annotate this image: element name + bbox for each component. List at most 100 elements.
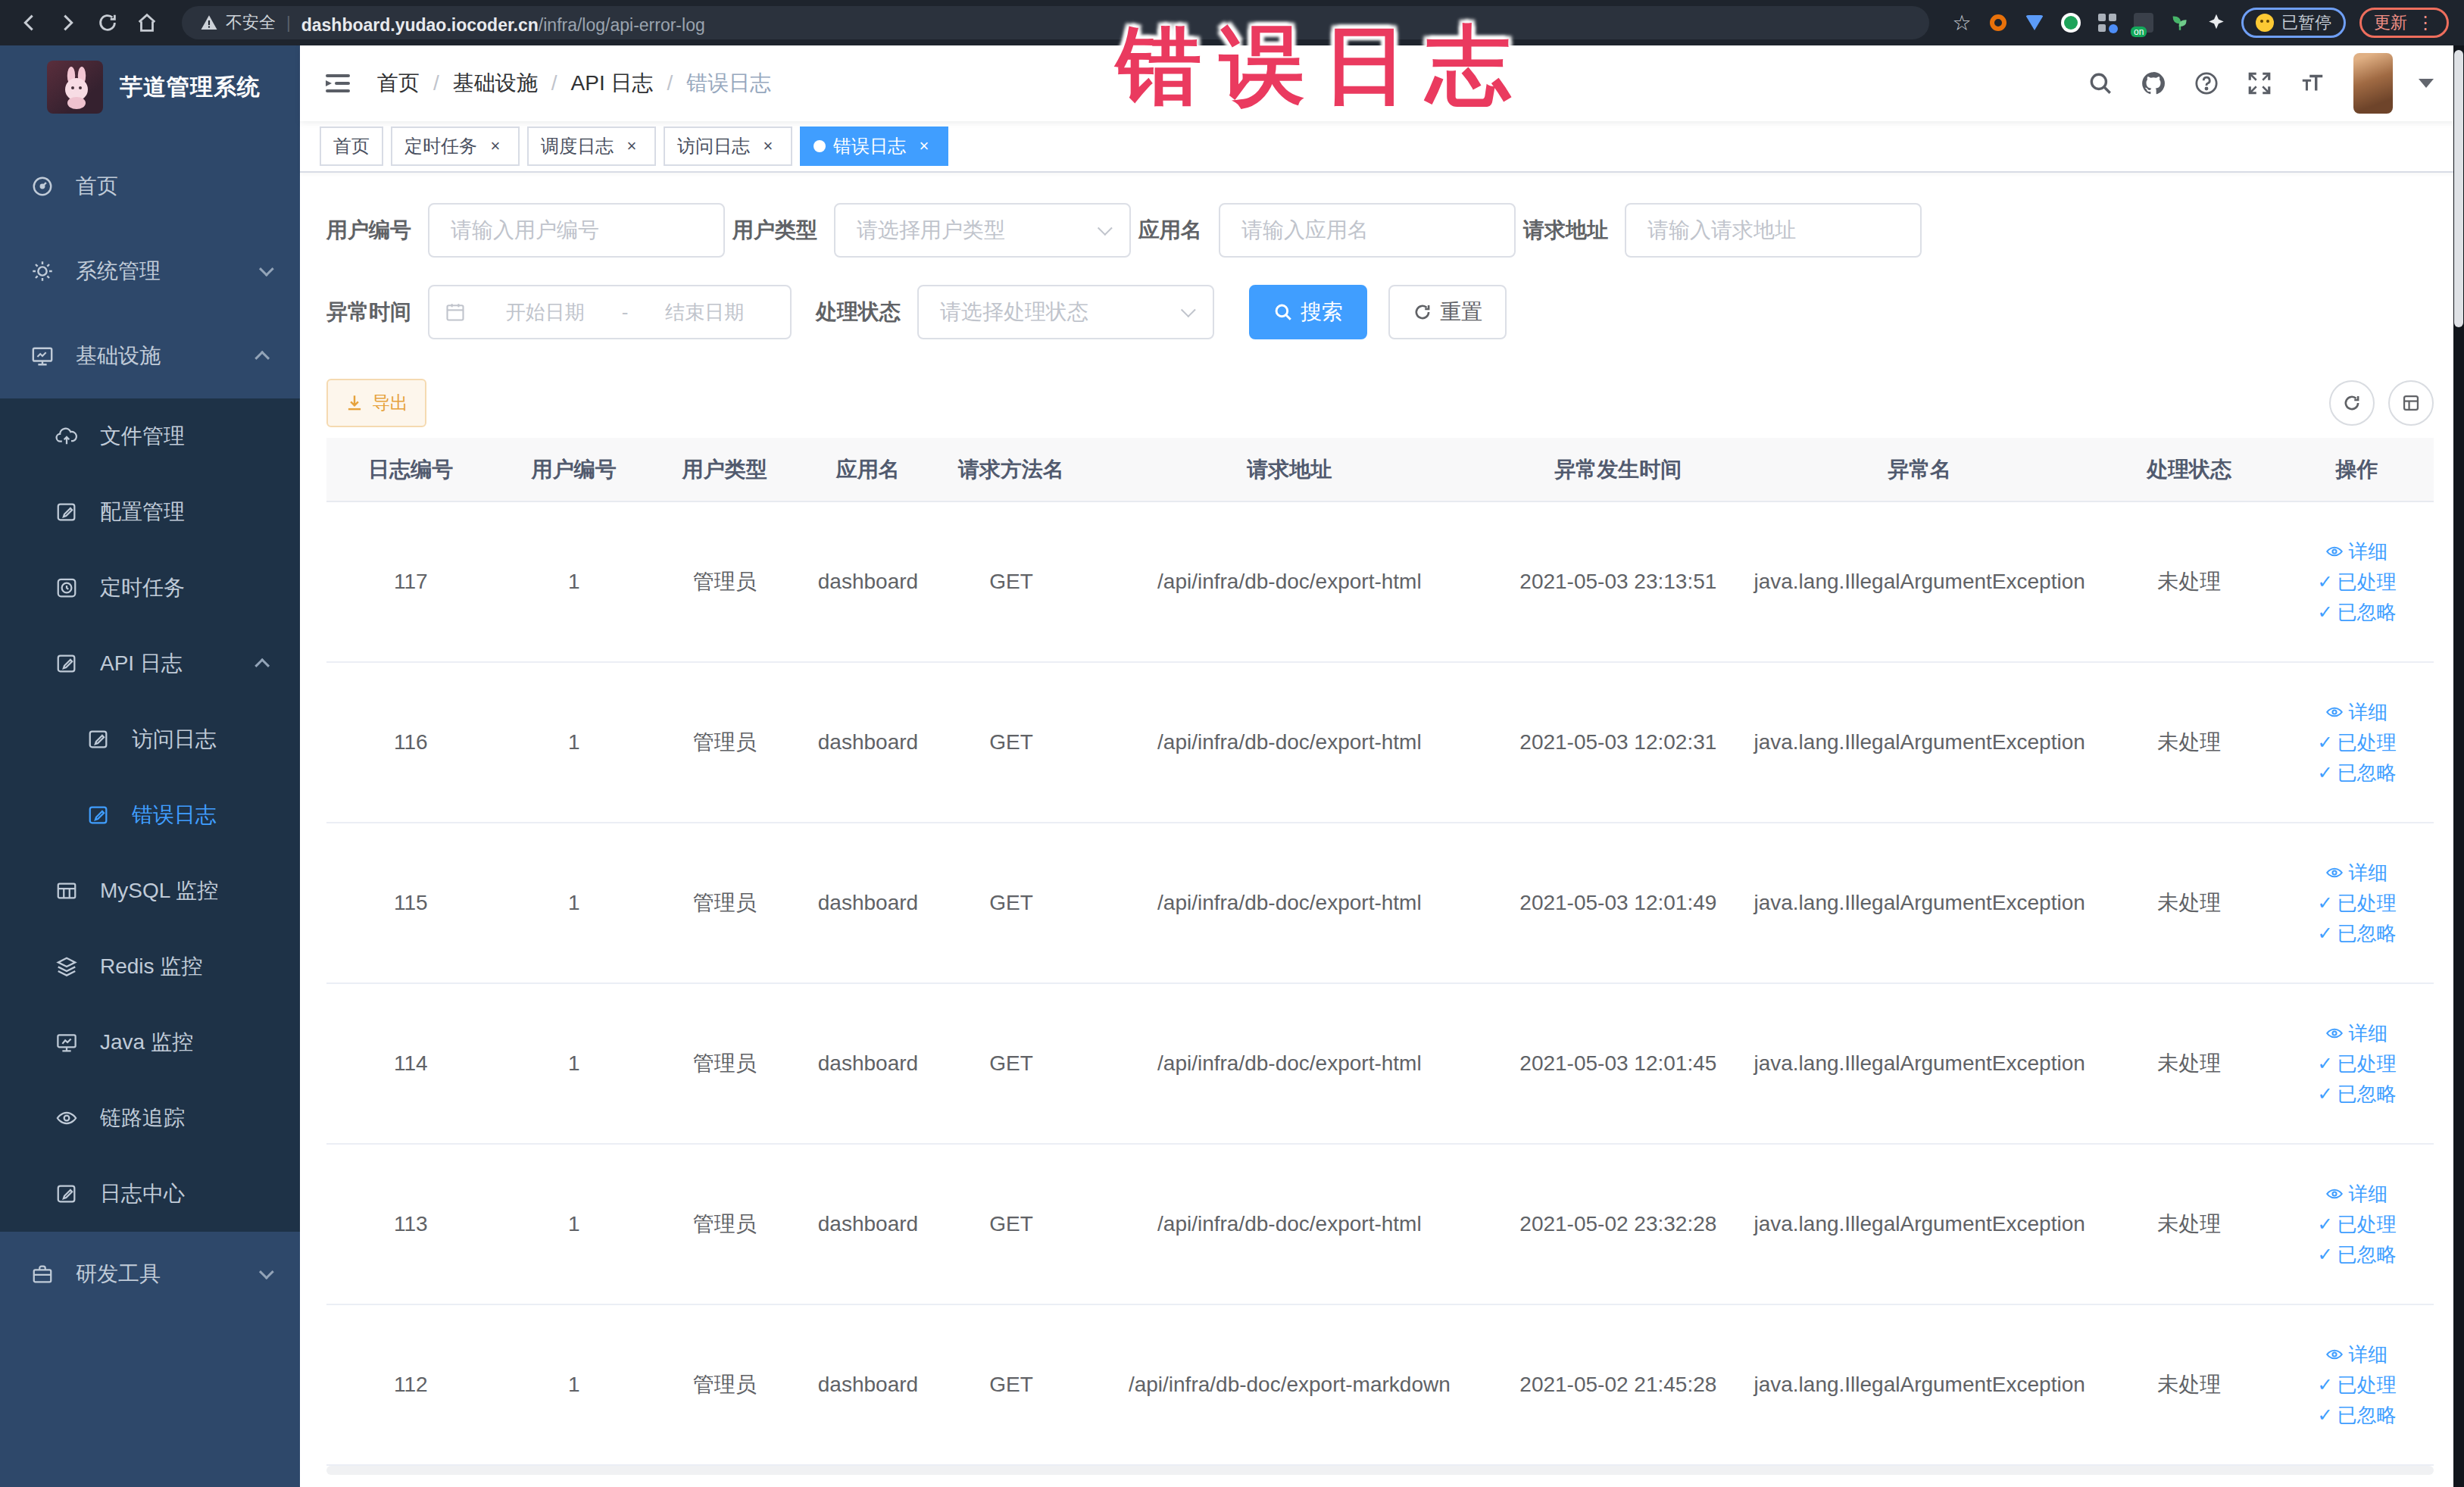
vertical-scrollbar-track[interactable] xyxy=(2453,45,2464,1487)
screen: 不安全 | dashboard.yudao.iocoder.cn/infra/l… xyxy=(0,0,2464,1487)
ignored-link[interactable]: ✓已忽略 xyxy=(2317,602,2396,622)
browser-home-icon[interactable] xyxy=(133,9,161,36)
tab-job-log[interactable]: 调度日志× xyxy=(527,127,656,166)
browser-back-icon[interactable] xyxy=(15,9,42,36)
security-warning[interactable]: 不安全 xyxy=(200,11,276,34)
reset-button[interactable]: 重置 xyxy=(1388,285,1507,339)
column-settings-button[interactable] xyxy=(2388,380,2434,426)
sidebar-item-mysql-monitor[interactable]: MySQL 监控 xyxy=(0,853,300,929)
horizontal-scrollbar[interactable] xyxy=(326,1466,2434,1475)
tab-error-log[interactable]: 错误日志× xyxy=(800,127,948,166)
table-cell: 113 xyxy=(326,1144,495,1304)
tab-home[interactable]: 首页 xyxy=(320,127,383,166)
processed-link[interactable]: ✓已处理 xyxy=(2317,1375,2396,1395)
sidebar-item-log-center[interactable]: 日志中心 xyxy=(0,1156,300,1232)
processed-link[interactable]: ✓已处理 xyxy=(2317,572,2396,592)
table-cell: GET xyxy=(940,1304,1083,1465)
user-id-input[interactable]: 请输入用户编号 xyxy=(428,203,725,258)
processed-link[interactable]: ✓已处理 xyxy=(2317,893,2396,913)
sidebar-item-file-mgmt[interactable]: 文件管理 xyxy=(0,398,300,474)
sidebar-item-config-mgmt[interactable]: 配置管理 xyxy=(0,474,300,550)
processed-link[interactable]: ✓已处理 xyxy=(2317,1214,2396,1234)
sidebar-item-api-log[interactable]: API 日志 xyxy=(0,626,300,701)
sidebar-item-redis-monitor[interactable]: Redis 监控 xyxy=(0,929,300,1004)
sidebar-item-label: 定时任务 xyxy=(100,573,276,602)
table-header-row: 日志编号用户编号用户类型应用名请求方法名请求地址异常发生时间异常名处理状态操作 xyxy=(326,438,2434,501)
fullscreen-icon[interactable] xyxy=(2238,62,2281,105)
extension-icon[interactable] xyxy=(1987,11,2010,34)
detail-link[interactable]: 详细 xyxy=(2325,542,2387,561)
hamburger-icon[interactable] xyxy=(323,68,353,98)
extensions-puzzle-icon[interactable] xyxy=(2205,11,2228,34)
table-cell: dashboard xyxy=(796,823,939,983)
browser-forward-icon[interactable] xyxy=(55,9,82,36)
actions-cell: 详细 ✓已处理 ✓已忽略 xyxy=(2280,983,2434,1144)
address-bar[interactable]: 不安全 | dashboard.yudao.iocoder.cn/infra/l… xyxy=(182,6,1929,39)
sidebar-item-label: Java 监控 xyxy=(100,1028,276,1057)
tab-close-icon[interactable]: × xyxy=(757,136,779,157)
extension-icon[interactable] xyxy=(2096,11,2119,34)
vertical-scrollbar-thumb[interactable] xyxy=(2454,50,2463,327)
profile-paused-pill[interactable]: 已暂停 xyxy=(2241,8,2346,38)
sidebar-item-label: Redis 监控 xyxy=(100,952,276,981)
process-status-select[interactable]: 请选择处理状态 xyxy=(917,285,1214,339)
sidebar-item-java-monitor[interactable]: Java 监控 xyxy=(0,1004,300,1080)
extension-icon[interactable]: on xyxy=(2132,11,2155,34)
sidebar-item-system-mgmt[interactable]: 系统管理 xyxy=(0,229,300,314)
breadcrumb-item[interactable]: 基础设施 xyxy=(453,69,538,98)
tab-close-icon[interactable]: × xyxy=(485,136,506,157)
browser-update-button[interactable]: 更新⋮ xyxy=(2359,8,2449,38)
tab-access-log[interactable]: 访问日志× xyxy=(664,127,792,166)
upload-icon xyxy=(55,424,79,448)
browser-menu-icon[interactable]: ⋮ xyxy=(2416,15,2434,30)
detail-link[interactable]: 详细 xyxy=(2325,1023,2387,1043)
browser-reload-icon[interactable] xyxy=(94,9,121,36)
sidebar-item-home[interactable]: 首页 xyxy=(0,144,300,229)
ignored-link[interactable]: ✓已忽略 xyxy=(2317,1405,2396,1425)
detail-link[interactable]: 详细 xyxy=(2325,863,2387,883)
user-type-select[interactable]: 请选择用户类型 xyxy=(834,203,1131,258)
detail-link[interactable]: 详细 xyxy=(2325,1184,2387,1204)
detail-link[interactable]: 详细 xyxy=(2325,702,2387,722)
request-url-input[interactable]: 请输入请求地址 xyxy=(1625,203,1922,258)
github-icon[interactable] xyxy=(2132,62,2175,105)
end-date-placeholder[interactable]: 结束日期 xyxy=(634,299,775,326)
processed-link[interactable]: ✓已处理 xyxy=(2317,733,2396,752)
ignored-link[interactable]: ✓已忽略 xyxy=(2317,1245,2396,1264)
ignored-link[interactable]: ✓已忽略 xyxy=(2317,1084,2396,1104)
sidebar-item-cron-job[interactable]: 定时任务 xyxy=(0,550,300,626)
tab-close-icon[interactable]: × xyxy=(621,136,642,157)
ignored-link[interactable]: ✓已忽略 xyxy=(2317,923,2396,943)
detail-link[interactable]: 详细 xyxy=(2325,1345,2387,1364)
search-icon[interactable] xyxy=(2079,62,2122,105)
tab-cron-job[interactable]: 定时任务× xyxy=(391,127,520,166)
tab-close-icon[interactable]: × xyxy=(913,136,935,157)
refresh-button[interactable] xyxy=(2329,380,2375,426)
table-cell: 114 xyxy=(326,983,495,1144)
extension-icon[interactable] xyxy=(2060,11,2082,34)
sidebar-item-infrastructure[interactable]: 基础设施 xyxy=(0,314,300,398)
extension-icon[interactable] xyxy=(2023,11,2046,34)
avatar-caret-icon[interactable] xyxy=(2419,79,2434,88)
help-icon[interactable] xyxy=(2185,62,2228,105)
breadcrumb-item[interactable]: API 日志 xyxy=(571,69,654,98)
start-date-placeholder[interactable]: 开始日期 xyxy=(475,299,616,326)
ignored-link[interactable]: ✓已忽略 xyxy=(2317,763,2396,783)
sidebar-item-dev-tools[interactable]: 研发工具 xyxy=(0,1232,300,1317)
search-button[interactable]: 搜索 xyxy=(1249,285,1367,339)
sidebar-item-label: 访问日志 xyxy=(132,725,276,754)
exception-time-range-picker[interactable]: 开始日期 - 结束日期 xyxy=(428,285,792,339)
app-logo[interactable]: 芋道管理系统 xyxy=(0,45,300,129)
breadcrumb-item[interactable]: 首页 xyxy=(377,69,420,98)
bookmark-star-icon[interactable]: ☆ xyxy=(1950,11,1973,34)
sidebar-item-error-log[interactable]: 错误日志 xyxy=(0,777,300,853)
app-name-input[interactable]: 请输入应用名 xyxy=(1219,203,1516,258)
column-header: 请求方法名 xyxy=(940,438,1083,501)
export-button[interactable]: 导出 xyxy=(326,379,426,427)
font-size-icon[interactable] xyxy=(2291,62,2334,105)
processed-link[interactable]: ✓已处理 xyxy=(2317,1054,2396,1073)
sidebar-item-trace[interactable]: 链路追踪 xyxy=(0,1080,300,1156)
user-avatar[interactable] xyxy=(2353,53,2393,114)
extension-icon[interactable] xyxy=(2169,11,2191,34)
sidebar-item-access-log[interactable]: 访问日志 xyxy=(0,701,300,777)
